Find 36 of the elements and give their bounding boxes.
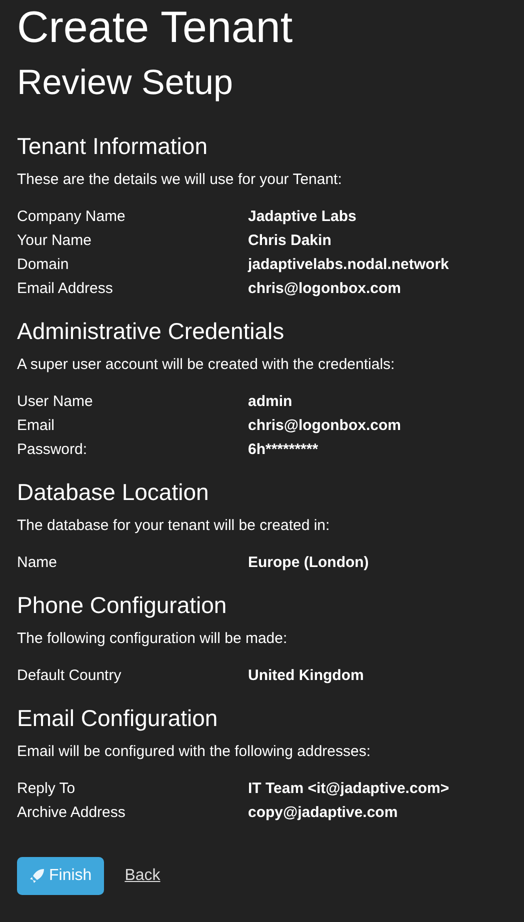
field-value: United Kingdom <box>248 666 364 686</box>
field-value: copy@jadaptive.com <box>248 803 398 823</box>
field-label: Company Name <box>17 207 126 227</box>
page-title: Create Tenant <box>17 2 294 54</box>
section-description: Email will be configured with the following addresses: <box>17 742 372 762</box>
section-description: The database for your tenant will be created in: <box>17 516 331 536</box>
page-subtitle: Review Setup <box>17 62 234 104</box>
field-value: 6h********* <box>248 440 318 460</box>
field-value: Chris Dakin <box>248 231 332 251</box>
field-label: Archive Address <box>17 803 126 823</box>
field-value: admin <box>248 392 292 412</box>
rocket-icon <box>29 868 45 884</box>
section-heading: Database Location <box>17 478 210 507</box>
section-description: A super user account will be created with the credentials: <box>17 355 396 375</box>
field-label: Reply To <box>17 779 76 799</box>
field-label: Name <box>17 553 58 573</box>
field-value: Europe (London) <box>248 553 369 573</box>
section-heading: Email Configuration <box>17 704 219 733</box>
section-description: These are the details we will use for your Tenant: <box>17 170 343 190</box>
section-heading: Tenant Information <box>17 132 209 161</box>
back-link[interactable]: Back <box>124 867 160 885</box>
field-label: User Name <box>17 392 94 412</box>
section-heading: Phone Configuration <box>17 591 228 620</box>
field-value: chris@logonbox.com <box>248 279 401 299</box>
field-label: Domain <box>17 255 70 275</box>
field-value: jadaptivelabs.nodal.network <box>248 255 449 275</box>
section-description: The following configuration will be made: <box>17 629 288 649</box>
field-value: chris@logonbox.com <box>248 416 401 436</box>
field-label: Email Address <box>17 279 114 299</box>
field-value: Jadaptive Labs <box>248 207 356 227</box>
field-value: IT Team <it@jadaptive.com> <box>248 779 450 799</box>
field-label: Password: <box>17 440 88 460</box>
field-label: Default Country <box>17 666 122 686</box>
section-heading: Administrative Credentials <box>17 317 286 346</box>
field-label: Your Name <box>17 231 92 251</box>
field-label: Email <box>17 416 56 436</box>
